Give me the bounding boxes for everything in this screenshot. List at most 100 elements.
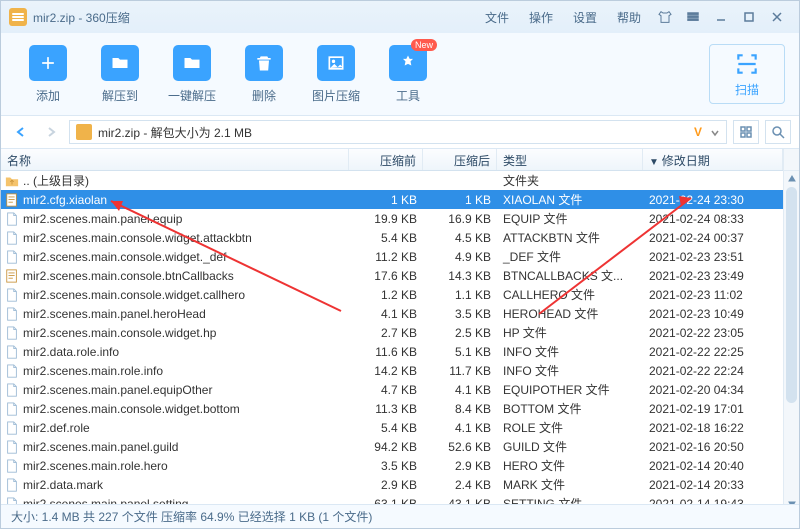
table-row[interactable]: mir2.scenes.main.role.info14.2 KB11.7 KB… bbox=[1, 361, 783, 380]
file-name: mir2.scenes.main.console.widget.attackbt… bbox=[21, 231, 349, 245]
col-post[interactable]: 压缩后 bbox=[423, 149, 497, 170]
table-row[interactable]: mir2.scenes.main.console.widget.attackbt… bbox=[1, 228, 783, 247]
tools-button[interactable]: 工具 bbox=[375, 45, 441, 104]
close-button[interactable] bbox=[763, 7, 791, 27]
table-row[interactable]: mir2.cfg.xiaolan1 KB1 KBXIAOLAN 文件2021-0… bbox=[1, 190, 783, 209]
file-list[interactable]: .. (上级目录) 文件夹mir2.cfg.xiaolan1 KB1 KBXIAO… bbox=[1, 171, 783, 512]
file-date: 2021-02-22 23:05 bbox=[643, 326, 783, 340]
delete-label: 删除 bbox=[252, 87, 276, 104]
toolbar: 添加 解压到 一键解压 删除 图片压缩 工具 扫描 bbox=[1, 33, 799, 115]
file-icon bbox=[3, 326, 21, 340]
file-type: HERO 文件 bbox=[497, 457, 643, 474]
menu-settings[interactable]: 设置 bbox=[573, 9, 597, 26]
size-before: 3.5 KB bbox=[349, 459, 423, 473]
scan-button[interactable]: 扫描 bbox=[709, 44, 785, 104]
table-row[interactable]: mir2.scenes.main.console.widget.bottom11… bbox=[1, 399, 783, 418]
file-name: mir2.scenes.main.console.btnCallbacks bbox=[21, 269, 349, 283]
delete-button[interactable]: 删除 bbox=[231, 45, 297, 104]
image-compress-label: 图片压缩 bbox=[312, 87, 360, 104]
minimize-button[interactable] bbox=[707, 7, 735, 27]
file-type: BTNCALLBACKS 文... bbox=[497, 267, 643, 284]
path-text: mir2.zip - 解包大小为 2.1 MB bbox=[98, 124, 688, 141]
add-button[interactable]: 添加 bbox=[15, 45, 81, 104]
size-after: 4.1 KB bbox=[423, 421, 497, 435]
file-date: 2021-02-24 00:37 bbox=[643, 231, 783, 245]
file-date: 2021-02-22 22:25 bbox=[643, 345, 783, 359]
file-date: 2021-02-20 04:34 bbox=[643, 383, 783, 397]
file-type: INFO 文件 bbox=[497, 343, 643, 360]
menu-help[interactable]: 帮助 bbox=[617, 9, 641, 26]
file-name: mir2.scenes.main.role.hero bbox=[21, 459, 349, 473]
file-date: 2021-02-14 20:40 bbox=[643, 459, 783, 473]
table-row[interactable]: mir2.scenes.main.console.widget.hp2.7 KB… bbox=[1, 323, 783, 342]
table-row[interactable]: mir2.scenes.main.panel.equip19.9 KB16.9 … bbox=[1, 209, 783, 228]
file-icon bbox=[3, 212, 21, 226]
size-after: 4.1 KB bbox=[423, 383, 497, 397]
dropdown-button[interactable] bbox=[679, 7, 707, 27]
file-date: 2021-02-22 22:24 bbox=[643, 364, 783, 378]
size-after: 11.7 KB bbox=[423, 364, 497, 378]
path-bar: mir2.zip - 解包大小为 2.1 MB V bbox=[1, 115, 799, 149]
vertical-scrollbar[interactable] bbox=[783, 149, 799, 512]
config-file-icon bbox=[3, 193, 21, 207]
size-after: 5.1 KB bbox=[423, 345, 497, 359]
size-after: 2.9 KB bbox=[423, 459, 497, 473]
maximize-button[interactable] bbox=[735, 7, 763, 27]
file-name: mir2.data.role.info bbox=[21, 345, 349, 359]
size-before: 4.1 KB bbox=[349, 307, 423, 321]
extract-to-button[interactable]: 解压到 bbox=[87, 45, 153, 104]
view-mode-button[interactable] bbox=[733, 120, 759, 144]
parent-directory-row[interactable]: .. (上级目录) 文件夹 bbox=[1, 171, 783, 190]
col-name[interactable]: 名称 bbox=[1, 149, 349, 170]
file-type: EQUIP 文件 bbox=[497, 210, 643, 227]
file-date: 2021-02-16 20:50 bbox=[643, 440, 783, 454]
table-row[interactable]: mir2.scenes.main.panel.guild94.2 KB52.6 … bbox=[1, 437, 783, 456]
table-row[interactable]: mir2.scenes.main.console.btnCallbacks17.… bbox=[1, 266, 783, 285]
nav-back-button[interactable] bbox=[9, 120, 33, 144]
file-icon bbox=[3, 402, 21, 416]
file-type: _DEF 文件 bbox=[497, 248, 643, 265]
file-type: ROLE 文件 bbox=[497, 419, 643, 436]
col-pre[interactable]: 压缩前 bbox=[349, 149, 423, 170]
table-row[interactable]: mir2.def.role5.4 KB4.1 KBROLE 文件2021-02-… bbox=[1, 418, 783, 437]
size-before: 2.7 KB bbox=[349, 326, 423, 340]
menu-file[interactable]: 文件 bbox=[485, 9, 509, 26]
file-date: 2021-02-23 23:49 bbox=[643, 269, 783, 283]
file-icon bbox=[3, 250, 21, 264]
table-row[interactable]: mir2.data.mark2.9 KB2.4 KBMARK 文件2021-02… bbox=[1, 475, 783, 494]
size-before: 94.2 KB bbox=[349, 440, 423, 454]
file-name: mir2.scenes.main.role.info bbox=[21, 364, 349, 378]
file-name: .. (上级目录) bbox=[21, 172, 349, 189]
path-field[interactable]: mir2.zip - 解包大小为 2.1 MB V bbox=[69, 120, 727, 144]
nav-forward-button[interactable] bbox=[39, 120, 63, 144]
col-type[interactable]: 类型 bbox=[497, 149, 643, 170]
size-after: 2.4 KB bbox=[423, 478, 497, 492]
image-compress-button[interactable]: 图片压缩 bbox=[303, 45, 369, 104]
scroll-up-button[interactable] bbox=[784, 171, 799, 187]
table-row[interactable]: mir2.scenes.main.console.widget._def11.2… bbox=[1, 247, 783, 266]
skin-button[interactable] bbox=[651, 7, 679, 27]
file-type: 文件夹 bbox=[497, 172, 643, 189]
file-name: mir2.scenes.main.panel.guild bbox=[21, 440, 349, 454]
file-name: mir2.scenes.main.console.widget.hp bbox=[21, 326, 349, 340]
file-name: mir2.scenes.main.console.widget._def bbox=[21, 250, 349, 264]
table-row[interactable]: mir2.scenes.main.console.widget.callhero… bbox=[1, 285, 783, 304]
size-before: 19.9 KB bbox=[349, 212, 423, 226]
chevron-down-icon[interactable] bbox=[710, 127, 720, 137]
size-before: 1.2 KB bbox=[349, 288, 423, 302]
list-header[interactable]: 名称 压缩前 压缩后 类型 修改日期 bbox=[1, 149, 783, 171]
size-after: 8.4 KB bbox=[423, 402, 497, 416]
search-button[interactable] bbox=[765, 120, 791, 144]
table-row[interactable]: mir2.scenes.main.panel.heroHead4.1 KB3.5… bbox=[1, 304, 783, 323]
file-type: HP 文件 bbox=[497, 324, 643, 341]
table-row[interactable]: mir2.scenes.main.panel.equipOther4.7 KB4… bbox=[1, 380, 783, 399]
window-title: mir2.zip - 360压缩 bbox=[33, 9, 130, 26]
file-name: mir2.scenes.main.console.widget.callhero bbox=[21, 288, 349, 302]
col-date[interactable]: 修改日期 bbox=[643, 149, 783, 170]
table-row[interactable]: mir2.data.role.info11.6 KB5.1 KBINFO 文件2… bbox=[1, 342, 783, 361]
table-row[interactable]: mir2.scenes.main.role.hero3.5 KB2.9 KBHE… bbox=[1, 456, 783, 475]
scrollbar-thumb[interactable] bbox=[786, 187, 797, 403]
menu-action[interactable]: 操作 bbox=[529, 9, 553, 26]
one-click-button[interactable]: 一键解压 bbox=[159, 45, 225, 104]
file-name: mir2.scenes.main.console.widget.bottom bbox=[21, 402, 349, 416]
